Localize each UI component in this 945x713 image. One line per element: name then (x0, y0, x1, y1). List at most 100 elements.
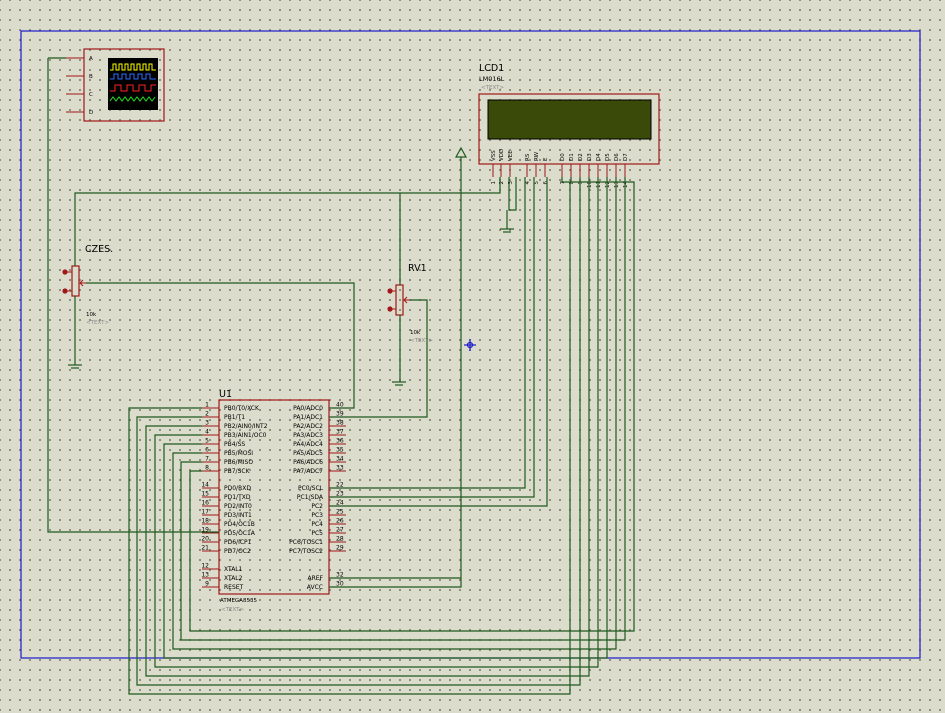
crosshair-cursor-icon (464, 339, 476, 351)
lcd-display[interactable]: LCD1 LM016L <TEXT> VSS1VDD2VEE3RS4RW5E6D… (478, 63, 660, 188)
mcu-pin-number: 21 (201, 545, 209, 552)
rv1-body (395, 284, 404, 316)
lcd-pin-name: D7 (623, 153, 629, 161)
lcd-screen (487, 99, 652, 140)
mcu-pin-name: PA7/ADC7 (293, 468, 323, 475)
mcu-pin-name: PB6/MISO (224, 459, 253, 466)
mcu-pin-name: PD0/RXD (224, 485, 251, 492)
mcu-pin-number: 13 (201, 572, 209, 579)
mcu-pin-name: XTAL1 (224, 566, 243, 573)
mcu-pin-number: 18 (201, 518, 209, 525)
mcu-pin-number: 4 (205, 429, 209, 436)
lcd-pin-name: D6 (614, 153, 620, 161)
mcu-pin-name: PC3 (311, 512, 323, 519)
mcu-pin-name: PC5 (311, 530, 323, 537)
mcu-pin-number: 1 (205, 402, 209, 409)
wire-network (47, 57, 548, 588)
mcu-pin-number: 17 (201, 509, 209, 516)
mcu-pin-name: PC6/TOSC1 (289, 539, 323, 546)
mcu-pin-number: 34 (336, 456, 344, 463)
lcd-pin-number: 4 (525, 181, 531, 185)
mcu-pin-name: XTAL2 (224, 575, 243, 582)
mcu-pin-name: PB0/T0/XCK (224, 405, 260, 412)
mcu-pin-name: PA5/ADC5 (293, 450, 323, 457)
mcu-pin-number: 36 (336, 438, 344, 445)
mcu-pin-name: PB3/AIN1/OC0 (224, 432, 267, 439)
mcu-pin-number: 33 (336, 465, 344, 472)
mcu-pin-name: PD1/TXD (224, 494, 251, 501)
mcu-pin-number: 27 (336, 527, 344, 534)
mcu-pin-number: 29 (336, 545, 344, 552)
mcu-text-tag: <TEXT> (221, 607, 244, 613)
lcd-pin-name: VEE (508, 150, 514, 161)
lcd-ref-label: LCD1 (479, 63, 504, 74)
czes-value-label: 10k (86, 312, 97, 318)
mcu-pin-name: PD5/OC1A (224, 530, 256, 537)
mcu-pin-name: PA3/ADC3 (293, 432, 323, 439)
mcu-pin-name: PC7/TOSC2 (289, 548, 323, 555)
mcu-pin-name: PB7/SCK (224, 468, 251, 475)
lcd-pin-name: RS (525, 153, 531, 161)
czes-ref-label: CZES. (85, 244, 113, 255)
lcd-pin-name: RW (534, 151, 540, 161)
mcu-pin-name: AVCC (307, 584, 323, 591)
mcu-pin-number: 3 (205, 420, 209, 427)
lcd-pin-number: 1 (491, 181, 497, 185)
lcd-pin-name: D5 (605, 153, 611, 161)
rv1-wiper (402, 296, 410, 304)
lcd-text-tag: <TEXT> (481, 85, 504, 91)
mcu-pin-name: PA1/ADC1 (293, 414, 323, 421)
mcu-pin-number: 7 (205, 456, 209, 463)
mcu-pin-number: 8 (205, 465, 209, 472)
scope-channel-label: B (89, 74, 93, 80)
czes-wiper (78, 279, 86, 287)
rv1-ref-label: RV1 (408, 263, 427, 274)
mcu-pin-name: PD4/OC1B (224, 521, 255, 528)
oscilloscope[interactable]: A B C D (66, 48, 165, 122)
ground-symbol (68, 364, 82, 369)
mcu-pin-name: PB2/AIN0/INT2 (224, 423, 268, 430)
mcu-pin-name: PC4 (311, 521, 323, 528)
mcu-pin-name: PC1/SDA (297, 494, 324, 501)
ground-symbol (392, 381, 406, 386)
mcu-pin-number: 38 (336, 420, 344, 427)
lcd-pin-name: D4 (596, 153, 602, 161)
mcu-pin-name: PA2/ADC2 (293, 423, 323, 430)
czes-text-tag: <TEXT> (86, 320, 109, 326)
mcu-pin-number: 15 (201, 491, 209, 498)
lcd-pin-name: VSS (491, 150, 497, 161)
mcu-pin-name: PD3/INT1 (224, 512, 252, 519)
mcu-pin-name: PA4/ADC4 (293, 441, 323, 448)
mcu-pin-name: PC0/SCL (298, 485, 324, 492)
mcu-pin-number: 37 (336, 429, 344, 436)
microcontroller[interactable]: U1 ATMEGA8535 <TEXT> 1 PB0/T0/XCK 2 PB1/T1 3… (201, 389, 346, 613)
mcu-pin-name: PD2/INT0 (224, 503, 252, 510)
lcd-pin-name: D2 (578, 153, 584, 161)
schematic-drawing: A B C D LCD1 LM016L <TEXT> VSS 1 VDD 2 VEE 3 R… (20, 30, 921, 695)
mcu-ref-label: U1 (219, 389, 232, 400)
mcu-pin-number: 25 (336, 509, 344, 516)
mcu-pin-name: PA0/ADC0 (293, 405, 323, 412)
mcu-pin-name: RESET (224, 584, 244, 591)
czes-body (71, 265, 80, 297)
potentiometer-czes[interactable]: CZES. 10k <TEXT> (62, 244, 113, 326)
lcd-part-label: LM016L (479, 75, 505, 83)
lcd-pin-name: D0 (560, 153, 566, 161)
mcu-pin-number: 26 (336, 518, 344, 525)
scope-channel-label: D (89, 110, 93, 116)
rv1-value-label: 10k (410, 330, 421, 336)
mcu-pin-name: PB4/SS (224, 441, 245, 448)
mcu-pin-name: PB5/MOSI (224, 450, 253, 457)
mcu-pin-number: 20 (201, 536, 209, 543)
mcu-pin-name: PC2 (311, 503, 323, 510)
mcu-pin-name: PB1/T1 (224, 414, 245, 421)
lcd-pin-name: E (543, 157, 549, 161)
mcu-pin-name: PD6/ICP1 (224, 539, 252, 546)
lcd-pin-number: 6 (543, 181, 549, 185)
lcd-pin-name: D1 (569, 153, 575, 161)
mcu-pin-name: PD7/OC2 (224, 548, 251, 555)
lcd-pin-number: 5 (534, 181, 540, 185)
rv1-text-tag: <TEXT> (410, 338, 433, 344)
mcu-pin-name: AREF (307, 575, 323, 582)
lcd-pin-name: VDD (499, 149, 505, 161)
